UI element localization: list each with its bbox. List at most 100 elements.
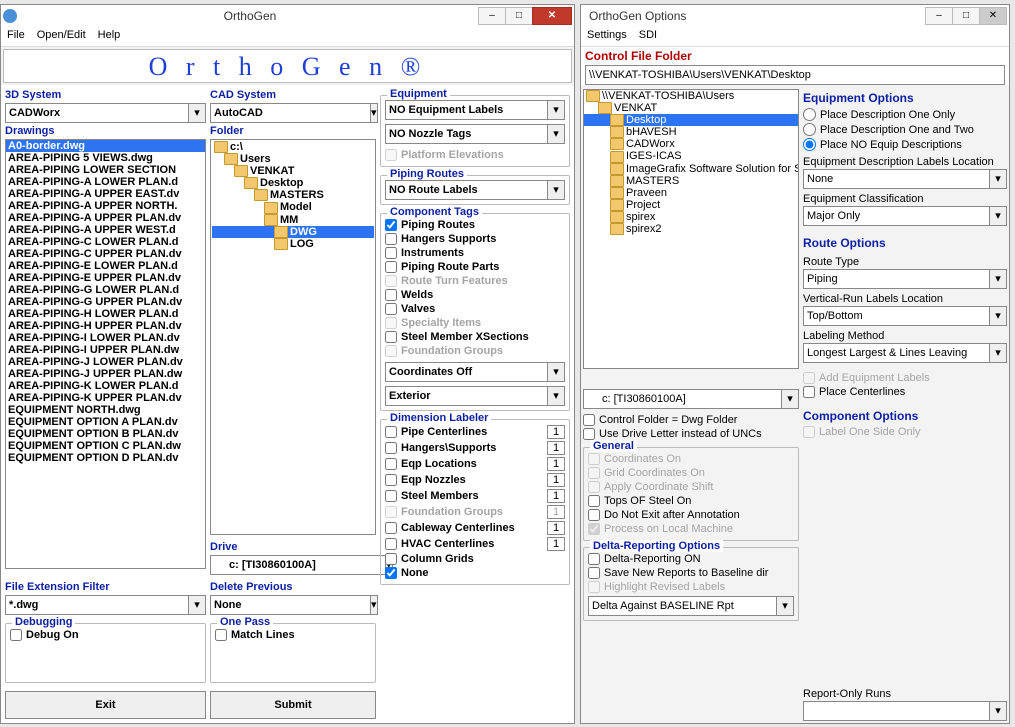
dim-count[interactable]: 1 — [547, 505, 565, 519]
general-checkbox[interactable] — [588, 495, 600, 507]
chevron-down-icon[interactable]: ▾ — [189, 103, 206, 123]
drawing-item[interactable]: AREA-PIPING-I UPPER PLAN.dw — [6, 344, 205, 356]
delta-checkbox[interactable] — [588, 567, 600, 579]
drawing-item[interactable]: AREA-PIPING-A UPPER WEST.d — [6, 224, 205, 236]
file-ext-combo[interactable]: ▾ — [5, 595, 206, 615]
minimize-button[interactable]: – — [478, 7, 506, 25]
options-folder-node[interactable]: CADWorx — [584, 138, 798, 150]
route-labels-combo[interactable]: ▾ — [385, 180, 565, 200]
drawing-item[interactable]: AREA-PIPING-A UPPER PLAN.dv — [6, 212, 205, 224]
drive-combo[interactable]: ▾ — [210, 555, 376, 575]
dim-count[interactable]: 1 — [547, 489, 565, 503]
menu-file[interactable]: File — [7, 29, 25, 44]
drawing-item[interactable]: EQUIPMENT NORTH.dwg — [6, 404, 205, 416]
dim-row[interactable]: None — [385, 566, 565, 580]
drawing-item[interactable]: EQUIPMENT OPTION B PLAN.dv — [6, 428, 205, 440]
lm-input[interactable] — [803, 343, 990, 363]
exterior-input[interactable] — [385, 386, 548, 406]
comp-tag-row[interactable]: Welds — [385, 288, 565, 302]
debug-on-row[interactable]: Debug On — [10, 628, 201, 642]
drawing-item[interactable]: AREA-PIPING-A UPPER EAST.dv — [6, 188, 205, 200]
equipment-radio[interactable] — [803, 138, 816, 151]
options-folder-node[interactable]: \\VENKAT-TOSHIBA\Users — [584, 90, 798, 102]
dim-row[interactable]: Cableway Centerlines1 — [385, 520, 565, 536]
drawing-item[interactable]: AREA-PIPING-A UPPER NORTH. — [6, 200, 205, 212]
comp-tag-row[interactable]: Instruments — [385, 246, 565, 260]
delta-input[interactable] — [588, 596, 777, 616]
coords-combo[interactable]: ▾ — [385, 362, 565, 382]
options-folder-node[interactable]: bHAVESH — [584, 126, 798, 138]
comp-tag-checkbox[interactable] — [385, 233, 397, 245]
chevron-down-icon[interactable]: ▾ — [548, 100, 565, 120]
options-tree[interactable]: \\VENKAT-TOSHIBA\UsersVENKATDesktopbHAVE… — [583, 89, 799, 369]
options-drive-input[interactable] — [583, 389, 782, 409]
comp-tag-checkbox[interactable] — [385, 289, 397, 301]
equipment-radio[interactable] — [803, 108, 816, 121]
dim-row[interactable]: Eqp Nozzles1 — [385, 472, 565, 488]
dim-count[interactable]: 1 — [547, 457, 565, 471]
folder-node[interactable]: VENKAT — [212, 165, 374, 177]
drawing-item[interactable]: AREA-PIPING-E UPPER PLAN.dv — [6, 272, 205, 284]
equipment-radio-row[interactable]: Place Description One Only — [803, 107, 1007, 122]
comp-tag-checkbox[interactable] — [385, 331, 397, 343]
options-folder-node[interactable]: spirex2 — [584, 223, 798, 235]
dim-count[interactable]: 1 — [547, 473, 565, 487]
chevron-down-icon[interactable]: ▾ — [189, 595, 206, 615]
folder-node[interactable]: MM — [212, 214, 374, 226]
delta-row[interactable]: Delta-Reporting ON — [588, 552, 794, 566]
cad-system-combo[interactable]: ▾ — [210, 103, 376, 123]
dim-count[interactable]: 1 — [547, 425, 565, 439]
general-row[interactable]: Tops OF Steel On — [588, 494, 794, 508]
folder-node[interactable]: Model — [212, 201, 374, 213]
chevron-down-icon[interactable]: ▾ — [548, 124, 565, 144]
drawing-item[interactable]: AREA-PIPING-K UPPER PLAN.dv — [6, 392, 205, 404]
ec-combo[interactable]: ▾ — [803, 206, 1007, 226]
drawing-item[interactable]: AREA-PIPING 5 VIEWS.dwg — [6, 152, 205, 164]
drawing-item[interactable]: EQUIPMENT OPTION C PLAN.dw — [6, 440, 205, 452]
options-folder-node[interactable]: VENKAT — [584, 102, 798, 114]
nozzle-tags-input[interactable] — [385, 124, 548, 144]
cf-dwg-checkbox[interactable] — [583, 414, 595, 426]
chevron-down-icon[interactable]: ▾ — [371, 595, 378, 615]
drawing-item[interactable]: AREA-PIPING-I LOWER PLAN.dv — [6, 332, 205, 344]
maximize-button[interactable]: □ — [952, 7, 980, 25]
dim-count[interactable]: 1 — [547, 537, 565, 551]
debug-on-checkbox[interactable] — [10, 629, 22, 641]
comp-tag-row[interactable]: Steel Member XSections — [385, 330, 565, 344]
general-checkbox[interactable] — [588, 509, 600, 521]
control-file-folder-input[interactable] — [585, 65, 1005, 85]
drawing-item[interactable]: AREA-PIPING LOWER SECTION — [6, 164, 205, 176]
pc-row[interactable]: Place Centerlines — [803, 385, 1007, 399]
delta-row[interactable]: Save New Reports to Baseline dir — [588, 566, 794, 580]
delete-prev-input[interactable] — [210, 595, 371, 615]
3d-system-combo[interactable]: ▾ — [5, 103, 206, 123]
equipment-radio-row[interactable]: Place Description One and Two — [803, 122, 1007, 137]
nozzle-tags-combo[interactable]: ▾ — [385, 124, 565, 144]
dim-row[interactable]: Pipe Centerlines1 — [385, 424, 565, 440]
exit-button[interactable]: Exit — [5, 691, 206, 719]
drawing-item[interactable]: AREA-PIPING-C LOWER PLAN.d — [6, 236, 205, 248]
drawing-item[interactable]: EQUIPMENT OPTION D PLAN.dv — [6, 452, 205, 464]
delta-combo[interactable]: ▾ — [588, 596, 794, 616]
equipment-labels-combo[interactable]: ▾ — [385, 100, 565, 120]
exterior-combo[interactable]: ▾ — [385, 386, 565, 406]
general-row[interactable]: Do Not Exit after Annotation — [588, 508, 794, 522]
drawing-item[interactable]: AREA-PIPING-A LOWER PLAN.d — [6, 176, 205, 188]
drawing-item[interactable]: EQUIPMENT OPTION A PLAN.dv — [6, 416, 205, 428]
dim-checkbox[interactable] — [385, 426, 397, 438]
coords-input[interactable] — [385, 362, 548, 382]
dim-checkbox[interactable] — [385, 553, 397, 565]
chevron-down-icon[interactable]: ▾ — [990, 169, 1007, 189]
chevron-down-icon[interactable]: ▾ — [990, 306, 1007, 326]
equipment-labels-input[interactable] — [385, 100, 548, 120]
ror-combo[interactable]: ▾ — [803, 701, 1007, 721]
edl-combo[interactable]: ▾ — [803, 169, 1007, 189]
chevron-down-icon[interactable]: ▾ — [777, 596, 794, 616]
options-folder-node[interactable]: Desktop — [584, 114, 798, 126]
comp-tag-checkbox[interactable] — [385, 247, 397, 259]
chevron-down-icon[interactable]: ▾ — [548, 180, 565, 200]
drawing-item[interactable]: A0-border.dwg — [6, 140, 205, 152]
minimize-button[interactable]: – — [925, 7, 953, 25]
dim-row[interactable]: Eqp Locations1 — [385, 456, 565, 472]
submit-button[interactable]: Submit — [210, 691, 376, 719]
